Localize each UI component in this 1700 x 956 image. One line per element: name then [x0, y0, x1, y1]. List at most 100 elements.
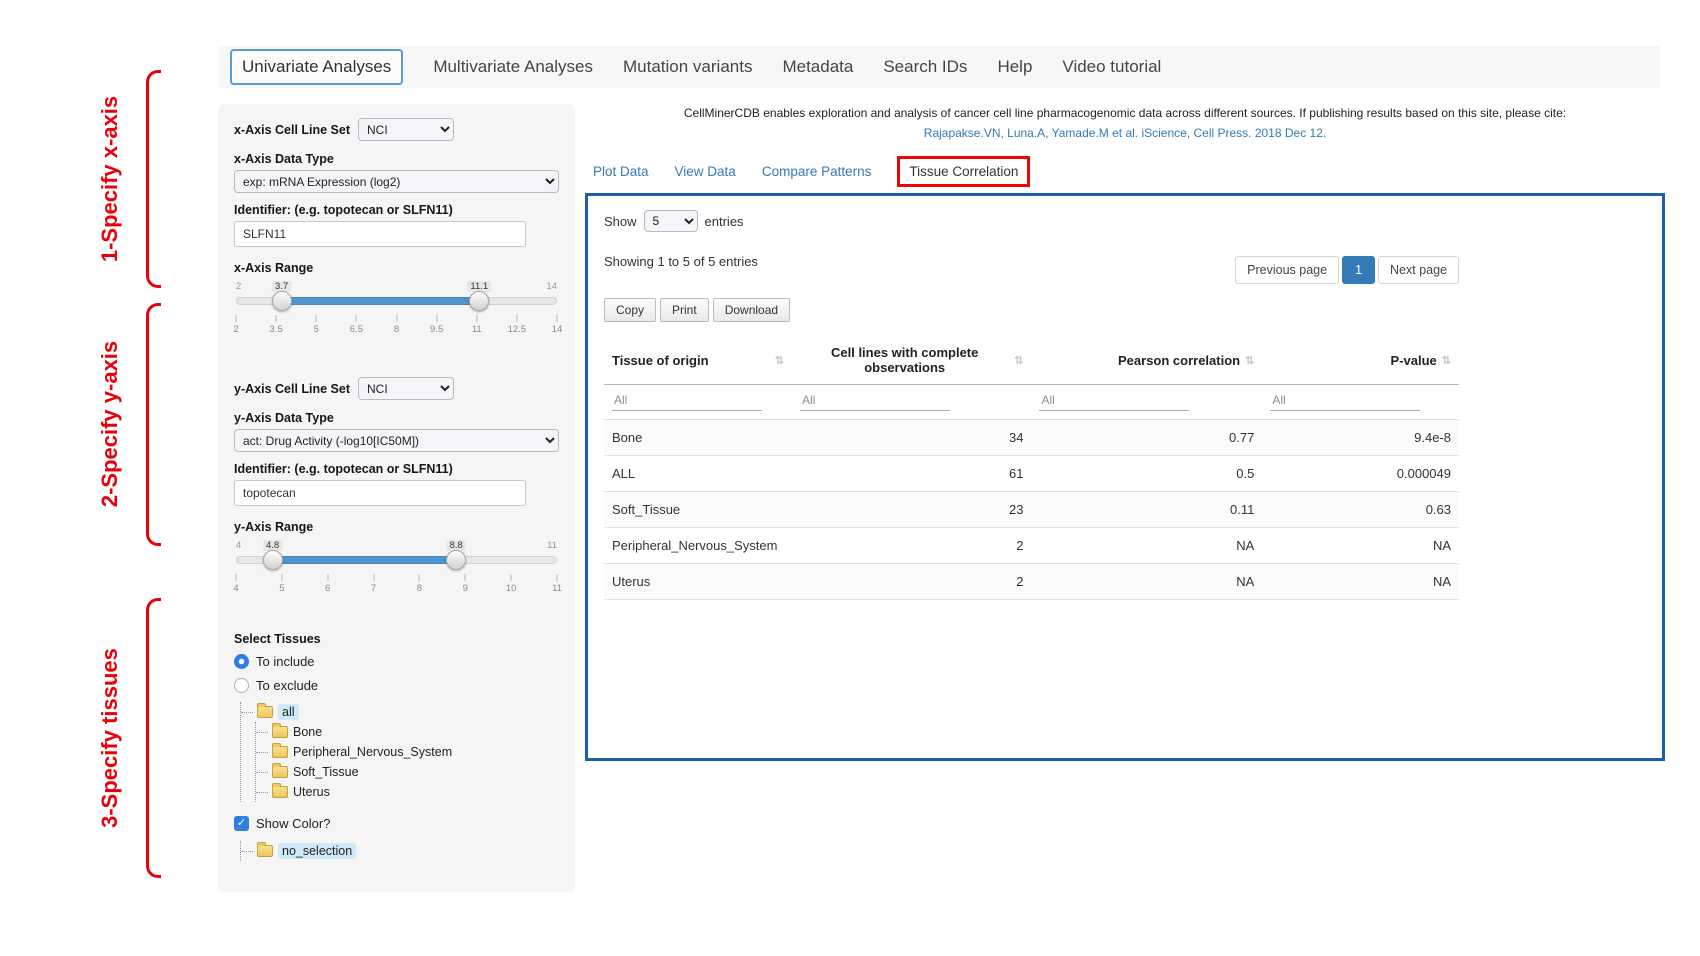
- column-header-label: Cell lines with complete observations: [800, 345, 1009, 375]
- tab-tissue-correlation[interactable]: Tissue Correlation: [897, 156, 1030, 187]
- tree-node-peripheral-nervous-system[interactable]: Peripheral_Nervous_System: [256, 742, 559, 762]
- table-row: Soft_Tissue 23 0.11 0.63: [604, 492, 1459, 528]
- tab-plot-data[interactable]: Plot Data: [593, 164, 649, 179]
- table-row: Uterus 2 NA NA: [604, 564, 1459, 600]
- column-header-label: P-value: [1391, 353, 1437, 368]
- nav-tab-univariate-analyses[interactable]: Univariate Analyses: [230, 49, 403, 85]
- print-button[interactable]: Print: [660, 298, 709, 322]
- slider-tick: [436, 315, 437, 322]
- slider-tick: [557, 315, 558, 322]
- slider-tick-label: 12.5: [508, 324, 527, 335]
- y-identifier-input[interactable]: [234, 480, 526, 506]
- column-header-p-value[interactable]: P-value ⇅: [1262, 336, 1459, 385]
- cell-count: 2: [792, 564, 1031, 600]
- nav-tab-metadata[interactable]: Metadata: [782, 57, 853, 77]
- slider-handle-from[interactable]: [263, 550, 283, 570]
- slider-tick-label: 8: [417, 583, 422, 594]
- x-axis-range-slider[interactable]: 2 14 3.7 11.1 2 3.5 5 6.5 8 9.5 11 12.5 …: [236, 281, 557, 343]
- column-header-tissue-of-origin[interactable]: Tissue of origin ⇅: [604, 336, 792, 385]
- citation-text: CellMinerCDB enables exploration and ana…: [585, 104, 1665, 122]
- folder-icon: [272, 726, 288, 738]
- table-export-buttons: Copy Print Download: [604, 298, 1459, 322]
- tree-node-bone[interactable]: Bone: [256, 722, 559, 742]
- page-length-select[interactable]: 5: [644, 210, 698, 232]
- tree-node-uterus[interactable]: Uterus: [256, 782, 559, 802]
- view-tabs: Plot Data View Data Compare Patterns Tis…: [593, 155, 1665, 187]
- download-button[interactable]: Download: [713, 298, 790, 322]
- control-sidebar: x-Axis Cell Line Set NCI x-Axis Data Typ…: [218, 104, 575, 892]
- filter-pearson-input[interactable]: [1039, 390, 1189, 411]
- slider-handle-to[interactable]: [469, 291, 489, 311]
- page-1-button[interactable]: 1: [1342, 256, 1375, 284]
- table-row: ALL 61 0.5 0.000049: [604, 456, 1459, 492]
- tree-connector: [241, 851, 253, 852]
- slider-tick: [373, 574, 374, 581]
- slider-fill: [282, 297, 480, 305]
- sort-icon: ⇅: [1245, 354, 1254, 367]
- slider-tick: [465, 574, 466, 581]
- slider-tick: [476, 315, 477, 322]
- x-range-label: x-Axis Range: [234, 261, 559, 275]
- sort-icon: ⇅: [1442, 354, 1451, 367]
- tree-node-all[interactable]: all: [241, 702, 559, 722]
- slider-tick-label: 9: [463, 583, 468, 594]
- nav-tab-multivariate-analyses[interactable]: Multivariate Analyses: [433, 57, 593, 77]
- cell-tissue: Bone: [604, 420, 792, 456]
- tab-view-data[interactable]: View Data: [675, 164, 736, 179]
- nav-tab-help[interactable]: Help: [997, 57, 1032, 77]
- y-cell-line-set-select[interactable]: NCI: [358, 377, 454, 400]
- top-navbar: Univariate Analyses Multivariate Analyse…: [218, 46, 1660, 88]
- column-header-cell-lines[interactable]: Cell lines with complete observations ⇅: [792, 336, 1031, 385]
- slider-tick-label: 10: [506, 583, 517, 594]
- filter-p-value-input[interactable]: [1270, 390, 1420, 411]
- cell-tissue: ALL: [604, 456, 792, 492]
- x-identifier-input[interactable]: [234, 221, 526, 247]
- x-data-type-select[interactable]: exp: mRNA Expression (log2): [234, 170, 559, 193]
- annotation-step-2: 2-Specify y-axis: [97, 274, 123, 574]
- x-cell-line-set-select[interactable]: NCI: [358, 118, 454, 141]
- nav-tab-mutation-variants[interactable]: Mutation variants: [623, 57, 752, 77]
- previous-page-button[interactable]: Previous page: [1235, 256, 1339, 284]
- y-cell-line-set-label: y-Axis Cell Line Set: [234, 382, 350, 396]
- annotation-bracket-2: [146, 303, 161, 546]
- slider-tick: [419, 574, 420, 581]
- to-include-radio[interactable]: [234, 654, 249, 669]
- select-tissues-label: Select Tissues: [234, 632, 559, 646]
- tissue-correlation-panel: Show 5 entries Showing 1 to 5 of 5 entri…: [585, 193, 1665, 761]
- tab-compare-patterns[interactable]: Compare Patterns: [762, 164, 872, 179]
- slider-tick: [396, 315, 397, 322]
- slider-tick: [281, 574, 282, 581]
- pagination: Previous page 1 Next page: [1235, 256, 1459, 284]
- x-data-type-label: x-Axis Data Type: [234, 152, 559, 166]
- nav-tab-search-ids[interactable]: Search IDs: [883, 57, 967, 77]
- copy-button[interactable]: Copy: [604, 298, 656, 322]
- filter-tissue-input[interactable]: [612, 390, 762, 411]
- slider-handle-to[interactable]: [446, 550, 466, 570]
- tree-connector: [256, 752, 268, 753]
- tree-node-label: all: [278, 704, 299, 720]
- table-filter-row: [604, 385, 1459, 420]
- to-exclude-label: To exclude: [256, 678, 318, 693]
- filter-cell-lines-input[interactable]: [800, 390, 950, 411]
- slider-fill: [273, 556, 457, 564]
- citation-link[interactable]: Rajapakse.VN, Luna.A, Yamade.M et al. iS…: [585, 124, 1665, 142]
- y-data-type-select[interactable]: act: Drug Activity (-log10[IC50M]): [234, 429, 559, 452]
- nav-tab-video-tutorial[interactable]: Video tutorial: [1062, 57, 1161, 77]
- slider-tick: [356, 315, 357, 322]
- main-content: CellMinerCDB enables exploration and ana…: [585, 104, 1665, 761]
- slider-max-label: 14: [546, 281, 557, 292]
- column-header-pearson-correlation[interactable]: Pearson correlation ⇅: [1031, 336, 1262, 385]
- x-identifier-label: Identifier: (e.g. topotecan or SLFN11): [234, 203, 559, 217]
- cell-p-value: 0.63: [1262, 492, 1459, 528]
- tree-node-soft-tissue[interactable]: Soft_Tissue: [256, 762, 559, 782]
- show-color-checkbox[interactable]: ✓: [234, 816, 249, 831]
- y-axis-range-slider[interactable]: 4 11 4.8 8.8 4 5 6 7 8 9 10 11: [236, 540, 557, 602]
- to-exclude-radio[interactable]: [234, 678, 249, 693]
- slider-grid: 4 5 6 7 8 9 10 11: [236, 574, 557, 598]
- folder-icon: [257, 706, 273, 718]
- table-row: Bone 34 0.77 9.4e-8: [604, 420, 1459, 456]
- slider-handle-from[interactable]: [272, 291, 292, 311]
- cell-pearson: NA: [1031, 564, 1262, 600]
- tree-node-no-selection[interactable]: no_selection: [241, 841, 559, 861]
- next-page-button[interactable]: Next page: [1378, 256, 1459, 284]
